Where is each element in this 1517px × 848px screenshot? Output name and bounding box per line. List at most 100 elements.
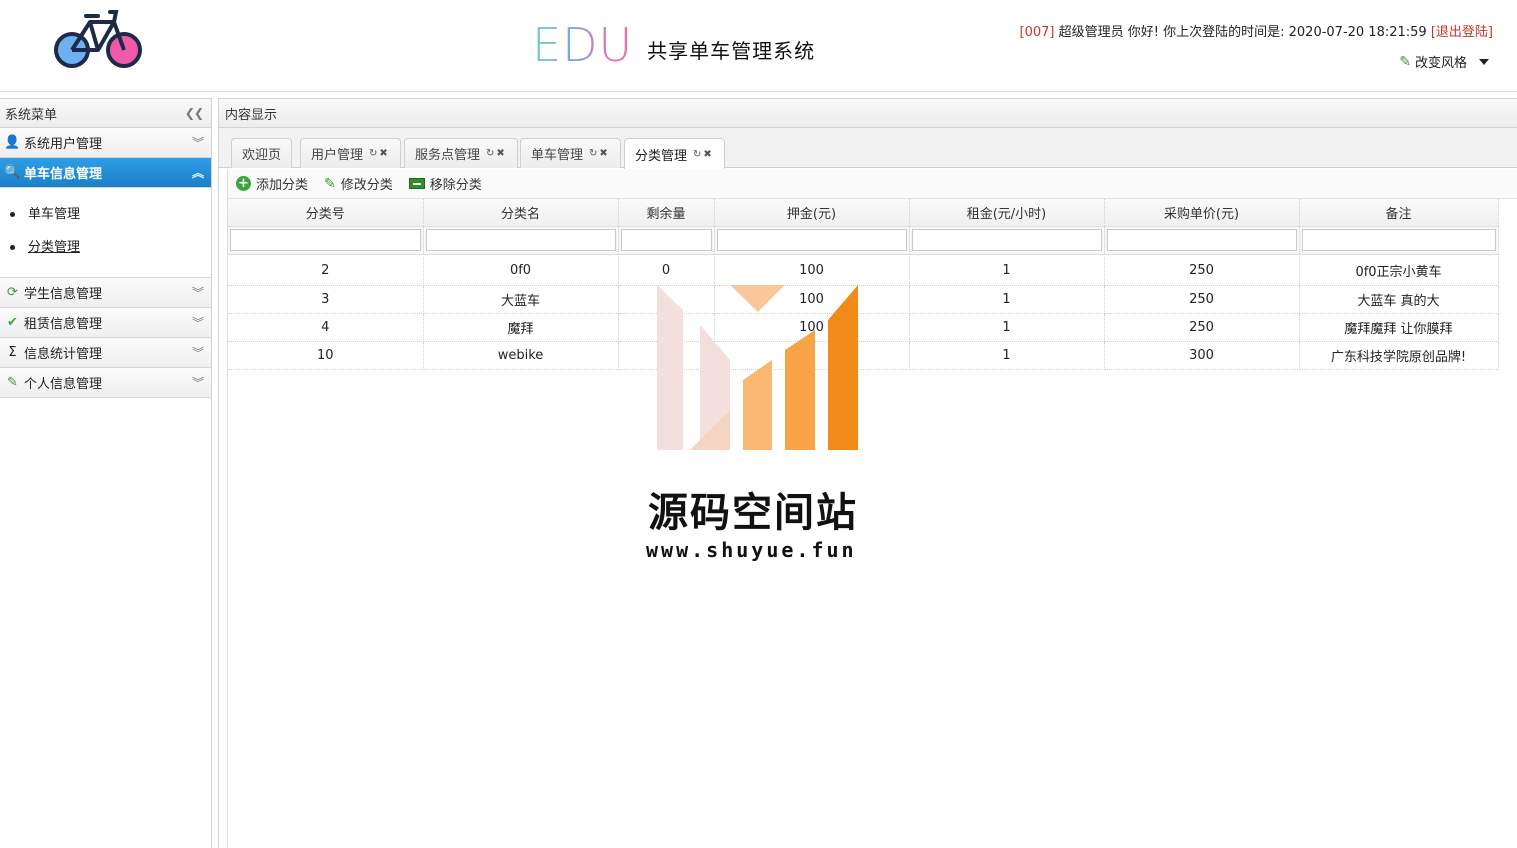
table-cell: 250 — [1104, 257, 1300, 286]
edit-category-button[interactable]: ✎ 修改分类 — [324, 174, 393, 194]
style-switch[interactable]: ✎ 改变风格 — [1399, 52, 1489, 71]
table-cell: 2 — [228, 257, 424, 286]
table-cell: 4 — [228, 313, 424, 342]
table-cell: 250 — [1104, 313, 1300, 342]
col-header[interactable]: 分类名 — [423, 199, 619, 227]
category-table: 分类号 分类名 剩余量 押金(元) 租金(元/小时) 采购单价(元) 备注 2 … — [228, 199, 1499, 370]
table-cell: 大蓝车 真的大 — [1299, 285, 1499, 314]
tab-category-manage[interactable]: 分类管理 ↻✖ — [624, 138, 725, 169]
table-cell: 0f0正宗小黄车 — [1299, 257, 1499, 286]
col-header[interactable]: 剩余量 — [618, 199, 715, 227]
expand-icon: ︾ — [191, 376, 204, 390]
tab-refresh-close-icons[interactable]: ↻✖ — [486, 148, 507, 159]
table-cell: webike — [423, 341, 619, 370]
menu-statistics[interactable]: Σ 信息统计管理 ︾ — [0, 338, 211, 368]
table-cell: 100 — [714, 285, 910, 314]
col-header[interactable]: 押金(元) — [714, 199, 910, 227]
menu-bike-info[interactable]: 🔍 单车信息管理 ︽ — [0, 158, 211, 188]
bicycle-logo-icon — [54, 10, 142, 68]
tab-user-manage[interactable]: 用户管理 ↻✖ — [300, 138, 401, 168]
menu-rental-info[interactable]: ✔ 租赁信息管理 ︾ — [0, 308, 211, 338]
tab-bike-manage[interactable]: 单车管理 ↻✖ — [520, 138, 621, 168]
menu-label: 租赁信息管理 — [24, 317, 103, 332]
user-icon: 👤 — [4, 135, 21, 150]
table-cell — [618, 341, 715, 370]
col-header[interactable]: 采购单价(元) — [1104, 199, 1300, 227]
expand-icon: ︾ — [191, 286, 204, 300]
brand: EDU 共享单车管理系统 — [532, 14, 815, 70]
menu-personal-info[interactable]: ✎ 个人信息管理 ︾ — [0, 368, 211, 398]
table-row[interactable]: 3 大蓝车 100 1 250 大蓝车 真的大 — [228, 285, 1499, 314]
table-cell: 魔拜魔拜 让你膜拜 — [1299, 313, 1499, 342]
tab-welcome[interactable]: 欢迎页 — [231, 138, 293, 168]
menu-label: 系统用户管理 — [24, 137, 103, 152]
user-id: [007] — [1019, 25, 1055, 40]
collapse-icon: ︽ — [191, 166, 204, 180]
table-cell: 大蓝车 — [423, 285, 619, 314]
submenu-bike: 单车管理 分类管理 — [0, 188, 211, 278]
submenu-bike-manage[interactable]: 单车管理 — [10, 198, 211, 231]
tab-service-point[interactable]: 服务点管理 ↻✖ — [404, 138, 518, 168]
menu-label: 学生信息管理 — [24, 287, 103, 302]
menu-label: 信息统计管理 — [24, 347, 103, 362]
expand-icon: ︾ — [191, 346, 204, 360]
pencil-icon: ✎ — [324, 175, 336, 192]
table-row[interactable]: 10 webike 0 1 300 广东科技学院原创品牌! — [228, 341, 1499, 370]
add-category-button[interactable]: + 添加分类 — [236, 174, 308, 193]
remove-category-button[interactable]: 移除分类 — [408, 174, 482, 193]
logout-link[interactable]: [退出登陆] — [1431, 25, 1493, 40]
table-cell: 1 — [909, 285, 1105, 314]
filter-input[interactable] — [1301, 229, 1496, 251]
filter-input[interactable] — [716, 229, 907, 251]
watermark-url: www.shuyue.fun — [646, 538, 857, 562]
table-row[interactable]: 4 魔拜 100 1 250 魔拜魔拜 让你膜拜 — [228, 313, 1499, 342]
check-icon: ✔ — [7, 315, 18, 330]
menu-label: 个人信息管理 — [24, 377, 103, 392]
filter-input[interactable] — [911, 229, 1102, 251]
content-header: 内容显示 — [219, 99, 1517, 128]
table-cell: 250 — [1104, 285, 1300, 314]
expand-icon: ︾ — [191, 136, 204, 150]
watermark-name: 源码空间站 — [648, 490, 858, 536]
category-grid-panel: + 添加分类 ✎ 修改分类 移除分类 分类号 分类名 剩余量 押金(元) 租金(… — [227, 169, 1517, 848]
tab-refresh-close-icons[interactable]: ↻✖ — [693, 149, 714, 160]
sigma-icon: Σ — [8, 345, 17, 360]
table-cell: 3 — [228, 285, 424, 314]
table-cell: 0f0 — [423, 257, 619, 286]
table-cell — [618, 285, 715, 314]
table-cell: 魔拜 — [423, 313, 619, 342]
table-cell: 0 — [714, 341, 910, 370]
brand-title: 共享单车管理系统 — [647, 39, 816, 63]
remove-icon — [408, 178, 425, 189]
col-header[interactable]: 租金(元/小时) — [909, 199, 1105, 227]
table-cell: 1 — [909, 313, 1105, 342]
col-header[interactable]: 分类号 — [228, 199, 424, 227]
filter-input[interactable] — [620, 229, 712, 251]
filter-input[interactable] — [230, 229, 421, 251]
table-body: 2 0f0 0 100 1 250 0f0正宗小黄车 3 大蓝车 100 1 250 大蓝车 真的大 4 魔… — [228, 257, 1499, 370]
caret-down-icon — [1479, 58, 1489, 65]
col-header[interactable]: 备注 — [1299, 199, 1499, 227]
table-cell: 0 — [618, 257, 715, 286]
greeting: 超级管理员 你好! 你上次登陆的时间是: 2020-07-20 18:21:59 — [1058, 25, 1427, 40]
filter-input[interactable] — [425, 229, 616, 251]
table-cell: 广东科技学院原创品牌! — [1299, 341, 1499, 370]
submenu-category-manage[interactable]: 分类管理 — [10, 231, 211, 264]
table-cell: 10 — [228, 341, 424, 370]
content-title: 内容显示 — [225, 107, 278, 123]
table-row[interactable]: 2 0f0 0 100 1 250 0f0正宗小黄车 — [228, 257, 1499, 286]
pencil-icon: ✎ — [1399, 53, 1411, 70]
add-icon: + — [236, 176, 251, 191]
table-cell: 100 — [714, 313, 910, 342]
menu-student-info[interactable]: ⟳ 学生信息管理 ︾ — [0, 278, 211, 308]
table-cell: 1 — [909, 341, 1105, 370]
filter-input[interactable] — [1106, 229, 1297, 251]
search-icon: 🔍 — [4, 165, 21, 180]
menu-system-user[interactable]: 👤 系统用户管理 ︾ — [0, 128, 211, 158]
brand-edu: EDU — [532, 18, 634, 72]
tab-refresh-close-icons[interactable]: ↻✖ — [589, 148, 610, 159]
tab-refresh-close-icons[interactable]: ↻✖ — [369, 148, 390, 159]
collapse-sidebar-icon[interactable]: ❮❮ — [185, 106, 204, 120]
table-cell: 1 — [909, 257, 1105, 286]
pencil-icon: ✎ — [7, 375, 18, 390]
